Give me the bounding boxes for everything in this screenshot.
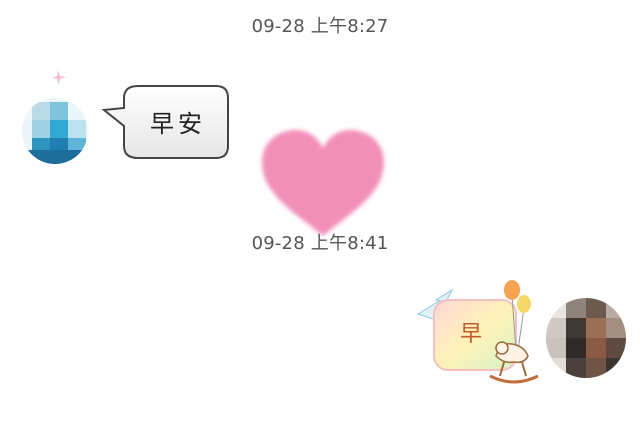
sparkle-icon: [52, 70, 66, 85]
avatar[interactable]: [546, 298, 626, 378]
heart-sticker[interactable]: [254, 124, 392, 242]
message-timestamp: 09-28 上午8:27: [251, 16, 389, 37]
message-timestamp: 09-28 上午8:41: [251, 233, 389, 254]
message-text: 早安: [150, 110, 206, 138]
sticker-text: 早: [459, 322, 482, 347]
avatar[interactable]: [22, 98, 88, 164]
